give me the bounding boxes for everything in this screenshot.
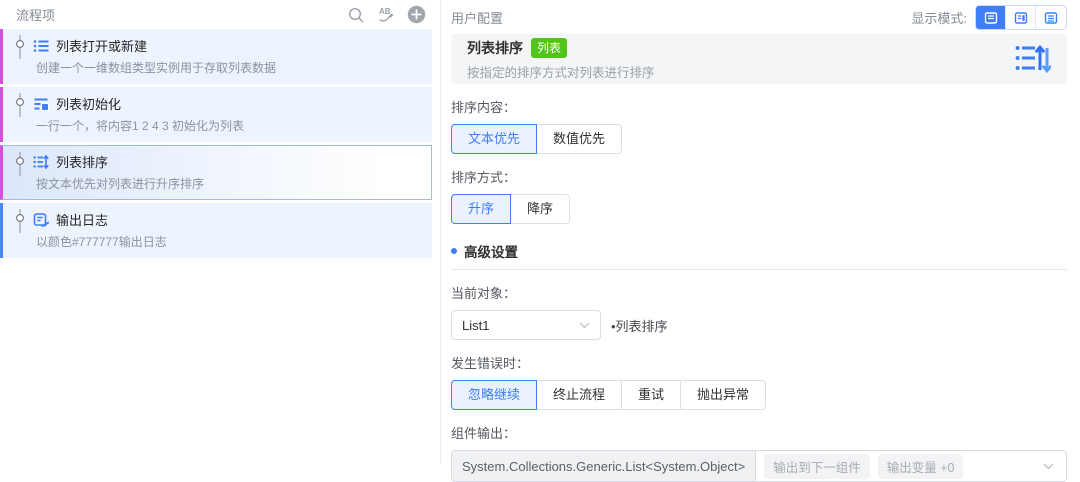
current-object-note: •列表排序 [611, 318, 668, 334]
flow-panel-actions: AB [347, 5, 426, 24]
output-type-tag: System.Collections.Generic.List<System.O… [452, 451, 757, 481]
current-object-select[interactable]: List1 [451, 310, 601, 340]
config-panel-header: 用户配置 显示模式: [451, 5, 1067, 30]
split-view-icon [1014, 11, 1027, 24]
flow-item-title: 列表初始化 [56, 97, 122, 112]
on-error-group: 忽略继续 终止流程 重试 抛出异常 [451, 380, 1067, 410]
flow-item-list-sort[interactable]: 列表排序 按文本优先对列表进行升序排序 [0, 145, 432, 200]
flow-item-desc: 以颜色#777777输出日志 [36, 235, 167, 249]
advanced-settings-header: 高级设置 [451, 241, 1067, 261]
component-desc: 按指定的排序方式对列表进行排序 [467, 65, 655, 80]
current-object-label: 当前对象： [451, 286, 517, 301]
output-chip-variables[interactable]: 输出变量 +0 [877, 453, 964, 479]
on-error-label: 发生错误时： [451, 356, 530, 371]
flow-item-desc: 创建一个一维数组类型实例用于存取列表数据 [36, 61, 277, 75]
sort-method-label: 排序方式： [451, 170, 517, 185]
chevron-down-icon [1043, 463, 1054, 470]
sort-method-option-descending[interactable]: 降序 [511, 194, 571, 224]
app-window: 流程项 AB 列表打开或新建 创建一个一维数组类型实例用于存取列表数据 列表初始… [0, 0, 1080, 482]
on-error-option-retry[interactable]: 重试 [622, 380, 682, 410]
list-init-icon [34, 98, 49, 111]
svg-text:AB: AB [379, 7, 391, 16]
sort-content-group: 文本优先 数值优先 [451, 124, 1067, 154]
list-icon [33, 39, 49, 52]
rename-icon[interactable]: AB [376, 6, 396, 24]
flow-item-title: 列表打开或新建 [56, 39, 148, 54]
flow-item-title: 输出日志 [56, 213, 109, 228]
component-output-label: 组件输出： [451, 426, 517, 441]
flow-item-desc: 一行一个，将内容1 2 4 3 初始化为列表 [36, 119, 245, 133]
search-icon[interactable] [347, 6, 365, 24]
output-chip-next-component[interactable]: 输出到下一组件 [764, 453, 870, 479]
sort-content-option-text-first[interactable]: 文本优先 [451, 124, 538, 154]
list-sort-icon [33, 154, 49, 169]
bullet-dot-icon [451, 248, 457, 254]
timeline-node-icon [16, 152, 24, 176]
display-mode-toggle-group [975, 5, 1067, 30]
display-mode-card-view-button[interactable] [976, 6, 1006, 29]
component-title: 列表排序 [467, 39, 523, 56]
list-sort-large-icon [1015, 44, 1051, 74]
flow-items-panel: 流程项 AB 列表打开或新建 创建一个一维数组类型实例用于存取列表数据 列表初始… [0, 0, 441, 465]
sort-content-label: 排序内容： [451, 100, 517, 115]
advanced-settings-label: 高级设置 [464, 245, 518, 260]
sort-content-option-number-first[interactable]: 数值优先 [537, 124, 623, 154]
flow-item-list-init[interactable]: 列表初始化 一行一个，将内容1 2 4 3 初始化为列表 [0, 87, 432, 142]
component-output-select[interactable]: System.Collections.Generic.List<System.O… [451, 450, 1067, 482]
sort-method-group: 升序 降序 [451, 194, 1067, 224]
current-object-value: List1 [462, 317, 490, 333]
current-object-row: List1 •列表排序 [451, 310, 1067, 340]
timeline-node-icon [16, 209, 24, 233]
section-divider [451, 269, 1067, 270]
timeline-node-icon [16, 35, 24, 59]
user-config-panel: 用户配置 显示模式: 列表排序 列表 按指定的排序方式对列表进行排序 排序内容：… [441, 0, 1080, 482]
on-error-option-stop-flow[interactable]: 终止流程 [537, 380, 623, 410]
flow-item-title: 列表排序 [56, 155, 109, 170]
add-flow-item-icon[interactable] [407, 5, 426, 24]
flow-panel-title: 流程项 [16, 8, 56, 23]
card-view-icon [984, 11, 997, 24]
chevron-down-icon [579, 322, 590, 328]
flow-item-list: 列表打开或新建 创建一个一维数组类型实例用于存取列表数据 列表初始化 一行一个，… [0, 29, 440, 258]
list-view-icon [1044, 11, 1058, 24]
timeline-node-icon [16, 93, 24, 117]
flow-item-desc: 按文本优先对列表进行升序排序 [36, 177, 205, 191]
flow-item-list-open[interactable]: 列表打开或新建 创建一个一维数组类型实例用于存取列表数据 [0, 29, 432, 84]
config-panel-title: 用户配置 [451, 11, 504, 26]
flow-item-output-log[interactable]: 输出日志 以颜色#777777输出日志 [0, 203, 432, 258]
component-summary-text: 列表排序 列表 按指定的排序方式对列表进行排序 [467, 37, 1015, 81]
flow-panel-header: 流程项 AB [0, 0, 440, 29]
log-icon [33, 212, 49, 227]
component-category-badge: 列表 [531, 37, 568, 58]
display-mode-label: 显示模式: [911, 11, 967, 26]
on-error-option-throw-exception[interactable]: 抛出异常 [681, 380, 767, 410]
on-error-option-ignore-continue[interactable]: 忽略继续 [451, 380, 538, 410]
display-mode-list-view-button[interactable] [1036, 6, 1066, 29]
sort-method-option-ascending[interactable]: 升序 [451, 194, 512, 224]
component-summary-card: 列表排序 列表 按指定的排序方式对列表进行排序 [451, 34, 1067, 84]
display-mode-split-view-button[interactable] [1006, 6, 1036, 29]
